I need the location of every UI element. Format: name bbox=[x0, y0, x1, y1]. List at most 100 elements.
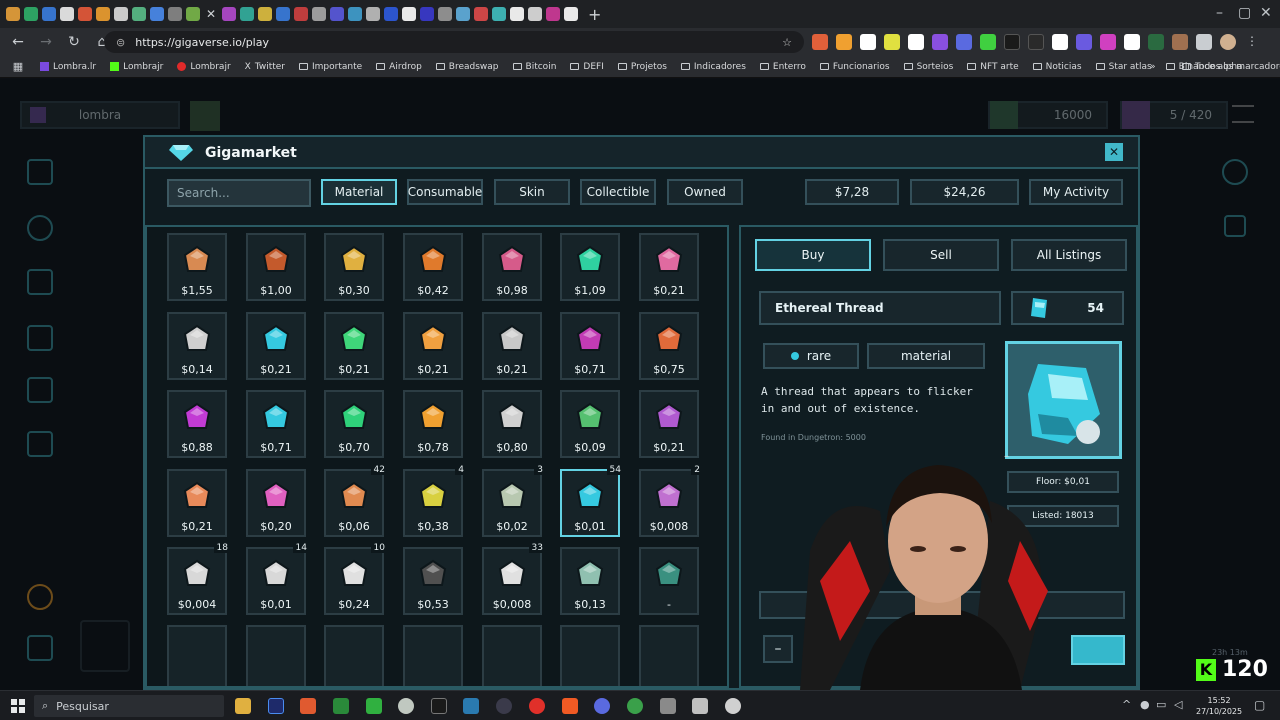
extension-icon[interactable] bbox=[836, 34, 852, 50]
tab-favicon[interactable] bbox=[528, 7, 542, 21]
address-bar[interactable]: ⊜ https://gigaverse.io/play ☆ bbox=[104, 31, 804, 53]
discord-icon[interactable] bbox=[594, 698, 610, 714]
tab-collectible[interactable]: Collectible bbox=[580, 179, 656, 205]
tab-skin[interactable]: Skin bbox=[494, 179, 570, 205]
extension-icon[interactable] bbox=[956, 34, 972, 50]
taskbar-search[interactable]: ⌕ Pesquisar bbox=[34, 695, 224, 717]
item-card[interactable]: $0,21 bbox=[324, 312, 384, 380]
portal-icon[interactable] bbox=[27, 431, 53, 457]
item-card[interactable]: $1,09 bbox=[560, 233, 620, 301]
tab-favicon[interactable] bbox=[492, 7, 506, 21]
minimize-icon[interactable]: – bbox=[1216, 5, 1223, 21]
extension-icon[interactable] bbox=[1124, 34, 1140, 50]
bookmark-item[interactable]: Lombrajr bbox=[110, 62, 163, 72]
item-card[interactable] bbox=[246, 625, 306, 686]
item-card[interactable]: $0,71 bbox=[246, 390, 306, 458]
extensions-puzzle-icon[interactable] bbox=[1196, 34, 1212, 50]
maximize-icon[interactable]: ▢ bbox=[1238, 5, 1251, 21]
tab-favicon[interactable] bbox=[240, 7, 254, 21]
tab-favicon[interactable] bbox=[510, 7, 524, 21]
tab-favicon[interactable] bbox=[222, 7, 236, 21]
item-card[interactable]: $0,38 4 bbox=[403, 465, 467, 537]
item-card[interactable] bbox=[482, 625, 542, 686]
chrome-icon[interactable] bbox=[627, 698, 643, 714]
item-card[interactable]: $0,53 bbox=[403, 547, 463, 615]
tab-favicon[interactable] bbox=[564, 7, 578, 21]
tab-material[interactable]: Material bbox=[321, 179, 397, 205]
system-clock[interactable]: 15:52 27/10/2025 bbox=[1196, 695, 1242, 717]
more-bookmarks-chevron-icon[interactable]: » bbox=[1150, 62, 1156, 72]
app-icon[interactable] bbox=[463, 698, 479, 714]
item-card[interactable]: $0,70 bbox=[324, 390, 384, 458]
item-card[interactable]: $0,20 bbox=[246, 469, 306, 537]
item-card[interactable]: $0,09 bbox=[560, 390, 620, 458]
bookmark-folder[interactable]: Bitcoin bbox=[512, 62, 556, 72]
obs-icon[interactable] bbox=[529, 698, 545, 714]
app-icon[interactable] bbox=[398, 698, 414, 714]
inventory-icon[interactable] bbox=[27, 159, 53, 185]
bookmark-folder[interactable]: Projetos bbox=[617, 62, 667, 72]
tab-favicon[interactable] bbox=[366, 7, 380, 21]
tab-favicon[interactable] bbox=[420, 7, 434, 21]
item-card[interactable]: $0,21 bbox=[482, 312, 542, 380]
item-card[interactable]: $0,004 18 bbox=[167, 543, 231, 615]
tab-favicon[interactable] bbox=[438, 7, 452, 21]
all-bookmarks-folder[interactable]: Todos os marcadores bbox=[1182, 62, 1280, 72]
tab-consumable[interactable]: Consumable bbox=[407, 179, 483, 205]
bookmark-item[interactable]: X Twitter bbox=[245, 62, 285, 72]
item-card[interactable] bbox=[167, 625, 227, 686]
tab-favicon[interactable] bbox=[294, 7, 308, 21]
chat-icon[interactable] bbox=[1222, 159, 1248, 185]
item-card[interactable]: $0,06 42 bbox=[324, 465, 388, 537]
extension-icon[interactable] bbox=[860, 34, 876, 50]
extension-icon[interactable] bbox=[908, 34, 924, 50]
item-card[interactable]: $0,80 bbox=[482, 390, 542, 458]
network-icon[interactable]: ▭ bbox=[1156, 698, 1166, 711]
menu-dots-icon[interactable]: ⋮ bbox=[1244, 34, 1260, 50]
bookmark-folder[interactable]: NFT arte bbox=[967, 62, 1019, 72]
item-card[interactable]: $0,13 bbox=[560, 547, 620, 615]
site-info-icon[interactable]: ⊜ bbox=[116, 36, 125, 49]
bookmark-item[interactable]: Lombrajr bbox=[177, 62, 231, 72]
gold-coin-icon[interactable] bbox=[27, 584, 53, 610]
bookmark-folder[interactable]: Star atlas bbox=[1095, 62, 1152, 72]
all-listings-tab[interactable]: All Listings bbox=[1011, 239, 1127, 271]
bookmark-star-icon[interactable]: ☆ bbox=[782, 36, 792, 49]
item-card[interactable]: $0,42 bbox=[403, 233, 463, 301]
forward-icon[interactable]: → bbox=[38, 34, 54, 50]
volume-icon[interactable]: ◁ bbox=[1174, 698, 1182, 711]
bookmark-folder[interactable]: Breadswap bbox=[435, 62, 499, 72]
item-card[interactable]: $0,01 54 bbox=[560, 465, 624, 537]
epic-games-icon[interactable] bbox=[431, 698, 447, 714]
windows-start-icon[interactable] bbox=[11, 699, 25, 713]
item-card[interactable]: $0,71 bbox=[560, 312, 620, 380]
item-card[interactable]: $0,02 3 bbox=[482, 465, 546, 537]
item-card[interactable]: $0,008 33 bbox=[482, 543, 546, 615]
item-card[interactable]: $0,01 14 bbox=[246, 543, 310, 615]
photoshop-icon[interactable] bbox=[268, 698, 284, 714]
item-card[interactable]: $0,78 bbox=[403, 390, 463, 458]
item-card[interactable]: $0,21 bbox=[639, 390, 699, 458]
bookmark-folder[interactable]: Importante bbox=[299, 62, 362, 72]
bookmark-folder[interactable]: Indicadores bbox=[680, 62, 746, 72]
item-card[interactable]: $0,14 bbox=[167, 312, 227, 380]
tab-favicon[interactable] bbox=[258, 7, 272, 21]
extension-icon[interactable] bbox=[1100, 34, 1116, 50]
close-button[interactable]: ✕ bbox=[1105, 143, 1123, 161]
item-card[interactable]: $0,008 2 bbox=[639, 465, 703, 537]
item-card[interactable]: $0,21 bbox=[403, 312, 463, 380]
buy-tab[interactable]: Buy bbox=[755, 239, 871, 271]
tab-favicon[interactable] bbox=[330, 7, 344, 21]
bookmark-folder[interactable]: DEFI bbox=[570, 62, 604, 72]
item-card[interactable]: $0,75 bbox=[639, 312, 699, 380]
extension-icon[interactable] bbox=[932, 34, 948, 50]
back-icon[interactable]: ← bbox=[10, 34, 26, 50]
search-input[interactable]: Search... bbox=[167, 179, 311, 207]
bookmark-folder[interactable]: Sorteios bbox=[903, 62, 953, 72]
chain-icon[interactable] bbox=[27, 377, 53, 403]
close-window-icon[interactable]: ✕ bbox=[1260, 5, 1272, 21]
extension-icon[interactable] bbox=[980, 34, 996, 50]
extension-icon[interactable] bbox=[812, 34, 828, 50]
extension-icon[interactable] bbox=[1148, 34, 1164, 50]
my-activity-button[interactable]: My Activity bbox=[1029, 179, 1123, 205]
